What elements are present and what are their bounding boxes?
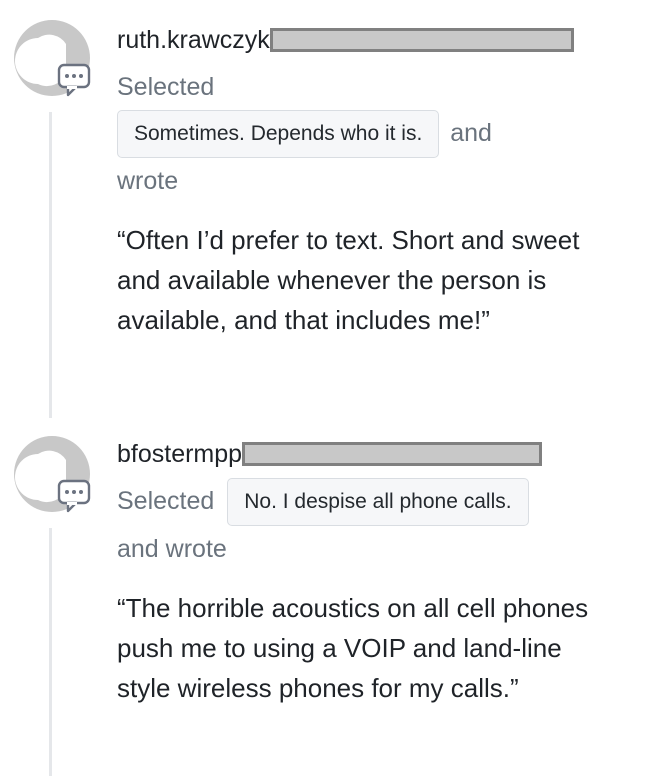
redacted-text	[269, 28, 574, 52]
comment-content: ruth.krawczyk Selected Sometimes. Depend…	[117, 24, 627, 340]
comment-bubble-icon	[57, 479, 91, 513]
username-link[interactable]: bfostermpp	[117, 440, 242, 469]
redacted-text	[242, 442, 543, 466]
and-wrote-label: and wrote	[117, 535, 227, 564]
comment-content: bfostermpp Selected No. I despise all ph…	[117, 438, 627, 708]
action-line: Selected No. I despise all phone calls.	[117, 478, 627, 527]
choice-badge: No. I despise all phone calls.	[227, 478, 529, 527]
comment-bubble-icon	[57, 63, 91, 97]
and-label: and	[450, 119, 492, 147]
comment-entry: bfostermpp Selected No. I despise all ph…	[0, 420, 650, 776]
username-row: ruth.krawczyk	[117, 24, 627, 56]
avatar[interactable]	[12, 434, 92, 514]
comment-quote: “The horrible acoustics on all cell phon…	[117, 593, 589, 704]
wrote-label: wrote	[117, 167, 179, 196]
selected-label: Selected	[117, 487, 215, 515]
action-line: Sometimes. Depends who it is. and	[117, 110, 627, 159]
comment-entry: ruth.krawczyk Selected Sometimes. Depend…	[0, 0, 650, 420]
avatar[interactable]	[12, 18, 92, 98]
thread-line	[49, 112, 52, 418]
comment-quote: “Often I’d prefer to text. Short and swe…	[117, 225, 580, 336]
action-line: Selected	[117, 64, 627, 110]
action-line: wrote	[117, 158, 627, 204]
action-line: and wrote	[117, 526, 627, 572]
choice-badge: Sometimes. Depends who it is.	[117, 110, 440, 159]
selected-label: Selected	[117, 73, 215, 101]
username-link[interactable]: ruth.krawczyk	[117, 26, 270, 55]
username-row: bfostermpp	[117, 438, 627, 470]
thread-line	[49, 528, 52, 776]
